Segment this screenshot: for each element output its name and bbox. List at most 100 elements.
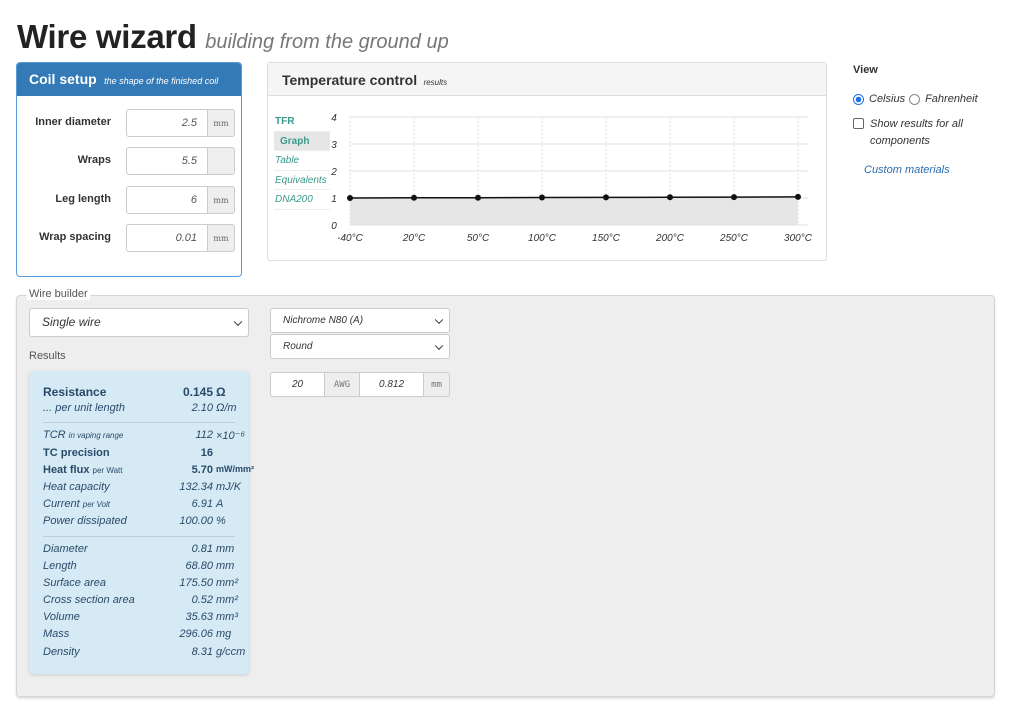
fahrenheit-label[interactable]: Fahrenheit (925, 93, 978, 105)
tab-dna200[interactable]: DNA200 (274, 190, 330, 210)
chart-x-tick-label: 20°C (402, 233, 426, 244)
chart-y-tick-label: 4 (331, 113, 337, 124)
chart-x-tick-label: 250°C (719, 233, 749, 244)
coil-setup-panel: Coil setup the shape of the finished coi… (16, 62, 242, 277)
material-value: Nichrome N80 (A) (283, 315, 364, 326)
result-unit: g/ccm (216, 645, 246, 658)
wraps-input[interactable]: 5.5 (126, 147, 208, 175)
result-label: TCR in vaping range (43, 429, 124, 442)
result-unit: A (216, 498, 224, 511)
result-label: Length (43, 559, 77, 572)
result-unit: ×10⁻⁶ (216, 430, 246, 443)
wire-type-select[interactable]: Single wire (29, 308, 249, 337)
results-box: Resistance 0.145 Ω ... per unit length 2… (29, 371, 254, 674)
wrap-spacing-unit: mm (207, 224, 235, 252)
tab-equivalents[interactable]: Equivalents (274, 171, 330, 190)
inner-diameter-input[interactable]: 2.5 (126, 109, 208, 137)
material-select[interactable]: Nichrome N80 (A) (270, 308, 450, 333)
divider (43, 422, 235, 424)
result-row: Resistance 0.145 Ω (29, 384, 249, 401)
chart-point (667, 194, 673, 201)
temperature-control-panel: Temperature control results TFR Graph Ta… (267, 62, 827, 261)
result-row: Surface area 175.50 mm² (29, 576, 249, 593)
result-unit: mm² (216, 576, 238, 589)
diameter-input[interactable]: 0.812 (359, 372, 424, 397)
chart-x-tick-label: 50°C (467, 233, 490, 244)
divider (43, 535, 235, 537)
result-unit: mm (216, 559, 235, 572)
leg-length-input[interactable]: 6 (126, 186, 208, 214)
result-value: 2.10 (191, 402, 213, 415)
show-all-checkbox[interactable] (853, 118, 864, 129)
profile-value: Round (283, 341, 313, 352)
page-header: Wire wizard building from the ground up (17, 18, 449, 56)
result-unit: % (216, 515, 226, 528)
result-label: Mass (43, 628, 70, 641)
tab-table[interactable]: Table (274, 151, 330, 171)
unit-radio-group: Celsius Fahrenheit (853, 93, 1018, 105)
leg-length-unit: mm (207, 186, 235, 214)
temperature-control-header: Temperature control results (268, 63, 826, 96)
chart-series-line (349, 196, 799, 199)
profile-select[interactable]: Round (270, 334, 450, 359)
result-label: Density (43, 645, 80, 658)
result-row: TC precision 16 (29, 446, 249, 463)
result-row: Heat capacity 132.34 mJ/K (29, 480, 249, 497)
wrap-spacing-input[interactable]: 0.01 (126, 224, 208, 252)
chart-x-tick-label: 150°C (592, 233, 621, 244)
leg-length-label: Leg length (55, 193, 111, 205)
result-unit: mW/mm² (216, 463, 254, 474)
wire-type-value: Single wire (42, 315, 101, 329)
chart-point (475, 194, 481, 201)
custom-materials-link[interactable]: Custom materials (864, 164, 1018, 176)
result-value: 8.31 (191, 645, 213, 658)
show-all-row: Show results for all components (853, 116, 1018, 150)
result-row: Density 8.31 g/ccm (29, 645, 249, 662)
celsius-label[interactable]: Celsius (869, 93, 905, 105)
page-title: Wire wizard (17, 18, 197, 55)
chart-point (539, 194, 545, 201)
show-all-label[interactable]: Show results for all components (870, 116, 990, 150)
inner-diameter-unit: mm (207, 109, 235, 137)
result-value: 0.81 (191, 542, 213, 555)
result-row: Cross section area 0.52 mm² (29, 593, 249, 610)
view-options: View Celsius Fahrenheit Show results for… (853, 64, 1018, 176)
chart-x-tick-label: 200°C (655, 233, 685, 244)
result-value: 68.80 (185, 559, 213, 572)
inner-diameter-label: Inner diameter (35, 116, 111, 128)
result-row: Current per Volt 6.91 A (29, 497, 249, 514)
wire-builder-legend: Wire builder (27, 288, 90, 300)
result-value: 0.52 (191, 594, 213, 607)
result-row: Length 68.80 mm (29, 559, 249, 576)
result-label: Volume (43, 611, 80, 624)
fahrenheit-radio[interactable] (909, 93, 921, 105)
gauge-unit: AWG (324, 372, 360, 397)
chart-point (731, 194, 737, 201)
coil-setup-header: Coil setup the shape of the finished coi… (17, 63, 241, 96)
chart-x-tick-label: -40°C (337, 233, 363, 244)
inner-diameter-row: Inner diameter 2.5 mm (17, 109, 241, 137)
result-unit: mg (216, 628, 232, 641)
result-unit: Ω/m (216, 402, 237, 415)
result-value: 5.70 (191, 463, 213, 476)
chevron-down-icon (233, 317, 243, 326)
tab-tfr[interactable]: TFR (274, 112, 330, 132)
result-label: Power dissipated (43, 515, 127, 528)
diameter-unit: mm (423, 372, 450, 397)
chart-x-tick-label: 300°C (784, 233, 813, 244)
temperature-control-title: Temperature control (282, 72, 418, 88)
wrap-spacing-row: Wrap spacing 0.01 mm (17, 224, 241, 252)
result-value: 6.91 (191, 498, 213, 511)
gauge-input[interactable]: 20 (270, 372, 325, 397)
chart-y-tick-label: 2 (330, 167, 337, 178)
tab-graph[interactable]: Graph (274, 131, 330, 151)
result-value: 296.06 (179, 628, 213, 641)
coil-setup-subtitle: the shape of the finished coil (104, 76, 219, 86)
wraps-unit (207, 147, 235, 175)
result-label: Diameter (43, 542, 88, 555)
result-label: Current per Volt (43, 498, 111, 511)
leg-length-row: Leg length 6 mm (17, 186, 241, 214)
result-label: Cross section area (43, 594, 135, 607)
result-unit: mm³ (216, 611, 238, 624)
celsius-radio[interactable] (853, 93, 864, 105)
